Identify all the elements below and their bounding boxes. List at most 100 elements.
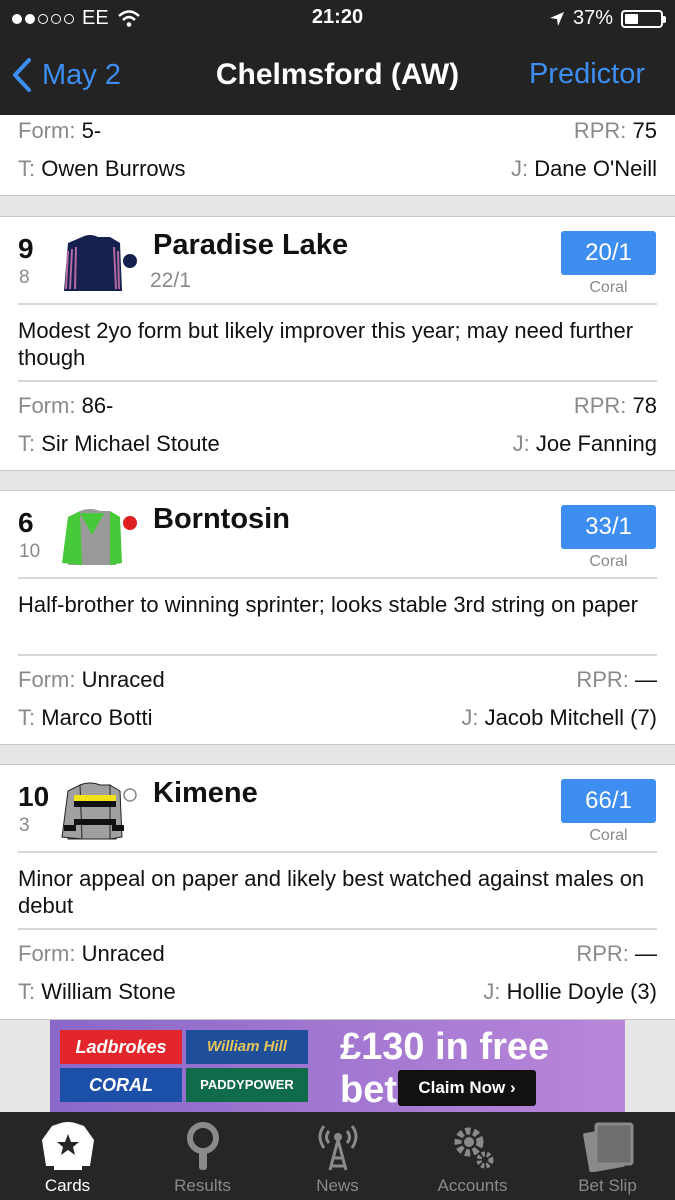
spotlight-comment: Minor appeal on paper and likely best wa… xyxy=(18,866,645,918)
bet-slip-icon xyxy=(582,1122,633,1172)
form-value: 5- xyxy=(81,118,102,143)
racecard-list[interactable]: Form: 5- RPR: 75 T: Owen Burrows J: Dane… xyxy=(0,115,675,1020)
bookmaker-logos: Ladbrokes William Hill CORAL PADDYPOWER xyxy=(60,1030,308,1102)
jockey-label: J: xyxy=(483,979,501,1004)
rpr-value: — xyxy=(635,667,657,692)
odds-button[interactable]: 66/1 xyxy=(561,779,656,823)
runner-card[interactable]: 6 10 Borntosin 33/1 Coral Half-brother t… xyxy=(0,490,675,745)
trainer-jockey-row: T: Sir Michael Stoute J: Joe Fanning xyxy=(18,431,657,457)
form-label: Form: xyxy=(18,393,76,418)
form-rpr-row: Form: 5- RPR: 75 xyxy=(18,118,657,144)
form-label: Form: xyxy=(18,941,76,966)
paddypower-logo: PADDYPOWER xyxy=(186,1068,308,1102)
runner-card[interactable]: 10 3 Kimene 66/1 Coral Minor appeal on p… xyxy=(0,764,675,1020)
jockey-label: J: xyxy=(510,156,529,181)
rpr-value: — xyxy=(635,941,657,966)
tab-results[interactable]: Results xyxy=(135,1112,270,1200)
jockey-label: J: xyxy=(512,431,530,456)
jockey-silk-icon xyxy=(62,509,137,565)
tab-label: News xyxy=(316,1176,359,1195)
spotlight-comment: Modest 2yo form but likely improver this… xyxy=(18,318,634,370)
tab-cards[interactable]: Cards xyxy=(0,1112,135,1200)
bookmaker-label: Coral xyxy=(589,279,628,296)
rpr-label: RPR: xyxy=(576,941,629,966)
coral-logo: CORAL xyxy=(60,1068,182,1102)
trainer-name: Marco Botti xyxy=(41,705,153,730)
runner-number: 9 xyxy=(18,233,34,264)
magnifier-icon xyxy=(186,1122,219,1170)
location-arrow-icon xyxy=(549,11,564,26)
draw-number: 8 xyxy=(19,267,30,288)
divider xyxy=(18,851,657,853)
bookmaker-label: Coral xyxy=(589,827,628,844)
horse-name[interactable]: Borntosin xyxy=(153,503,290,536)
tab-label: Bet Slip xyxy=(578,1176,637,1195)
trainer-jockey-row: T: William Stone J: Hollie Doyle (3) xyxy=(18,979,657,1005)
jockey-name: Jacob Mitchell (7) xyxy=(484,705,657,730)
divider xyxy=(18,928,657,930)
tab-bet-slip[interactable]: Bet Slip xyxy=(540,1112,675,1200)
tab-accounts[interactable]: Accounts xyxy=(405,1112,540,1200)
tab-news[interactable]: News xyxy=(270,1112,405,1200)
form-rpr-row: Form: 86- RPR: 78 xyxy=(18,393,657,419)
jockey-name: Joe Fanning xyxy=(535,431,657,456)
runner-card[interactable]: 9 8 Paradise Lake 22/1 20/1 Coral Modest… xyxy=(0,216,675,471)
runner-number: 6 xyxy=(18,507,34,538)
form-value: Unraced xyxy=(81,667,165,692)
trainer-label: T: xyxy=(18,979,36,1004)
draw-number: 10 xyxy=(19,541,41,562)
odds-button[interactable]: 33/1 xyxy=(561,505,656,549)
william-hill-logo: William Hill xyxy=(186,1030,308,1064)
draw-number: 3 xyxy=(19,815,30,836)
runner-card-partial[interactable]: Form: 5- RPR: 75 T: Owen Burrows J: Dane… xyxy=(0,115,675,196)
jockey-silk-icon xyxy=(64,235,137,291)
form-label: Form: xyxy=(18,118,76,143)
divider xyxy=(18,303,657,305)
form-rpr-row: Form: Unraced RPR: — xyxy=(18,667,657,693)
divider xyxy=(18,654,657,656)
battery-percent: 37% xyxy=(572,7,613,29)
tab-bar: Cards Results News Accounts Bet Slip xyxy=(0,1112,675,1200)
trainer-jockey-row: T: Marco Botti J: Jacob Mitchell (7) xyxy=(18,705,657,731)
status-bar: EE 21:20 37% xyxy=(0,0,675,38)
form-rpr-row: Form: Unraced RPR: — xyxy=(18,941,657,967)
broadcast-tower-icon xyxy=(318,1125,357,1171)
rpr-label: RPR: xyxy=(576,667,629,692)
trainer-label: T: xyxy=(18,705,36,730)
jockey-silk-icon xyxy=(61,782,137,840)
predictor-button[interactable]: Predictor xyxy=(529,58,645,91)
horse-name[interactable]: Kimene xyxy=(153,777,258,810)
tab-label: Cards xyxy=(44,1176,91,1195)
form-label: Form: xyxy=(18,667,76,692)
form-value: Unraced xyxy=(81,941,165,966)
runner-number: 10 xyxy=(18,781,50,812)
claim-now-button[interactable]: Claim Now › xyxy=(398,1070,536,1106)
rpr-label: RPR: xyxy=(573,393,627,418)
gears-icon xyxy=(454,1127,493,1169)
rpr-label: RPR: xyxy=(573,118,627,143)
battery-icon xyxy=(621,9,666,28)
divider xyxy=(18,577,657,579)
trainer-name: William Stone xyxy=(41,979,176,1004)
bookmaker-label: Coral xyxy=(589,553,628,570)
ad-banner[interactable]: Ladbrokes William Hill CORAL PADDYPOWER … xyxy=(50,1020,625,1112)
trainer-label: T: xyxy=(18,156,36,181)
jockey-label: J: xyxy=(461,705,479,730)
navigation-bar: May 2 Chelmsford (AW) Predictor xyxy=(0,38,675,115)
trainer-jockey-row: T: Owen Burrows J: Dane O'Neill xyxy=(18,156,657,182)
jockey-name: Dane O'Neill xyxy=(534,156,657,181)
forecast-price: 22/1 xyxy=(150,269,191,292)
trainer-label: T: xyxy=(18,431,36,456)
horse-name[interactable]: Paradise Lake xyxy=(153,229,348,262)
form-value: 86- xyxy=(81,393,114,418)
jockey-name: Hollie Doyle (3) xyxy=(506,979,657,1004)
divider xyxy=(18,380,657,382)
top-bar: EE 21:20 37% May 2 Chelmsford (AW) Predi… xyxy=(0,0,675,115)
trainer-name: Owen Burrows xyxy=(41,156,186,181)
ladbrokes-logo: Ladbrokes xyxy=(60,1030,182,1064)
trainer-name: Sir Michael Stoute xyxy=(41,431,220,456)
rpr-value: 78 xyxy=(632,393,657,418)
tab-label: Results xyxy=(174,1176,231,1195)
tab-label: Accounts xyxy=(437,1176,508,1195)
odds-button[interactable]: 20/1 xyxy=(561,231,656,275)
